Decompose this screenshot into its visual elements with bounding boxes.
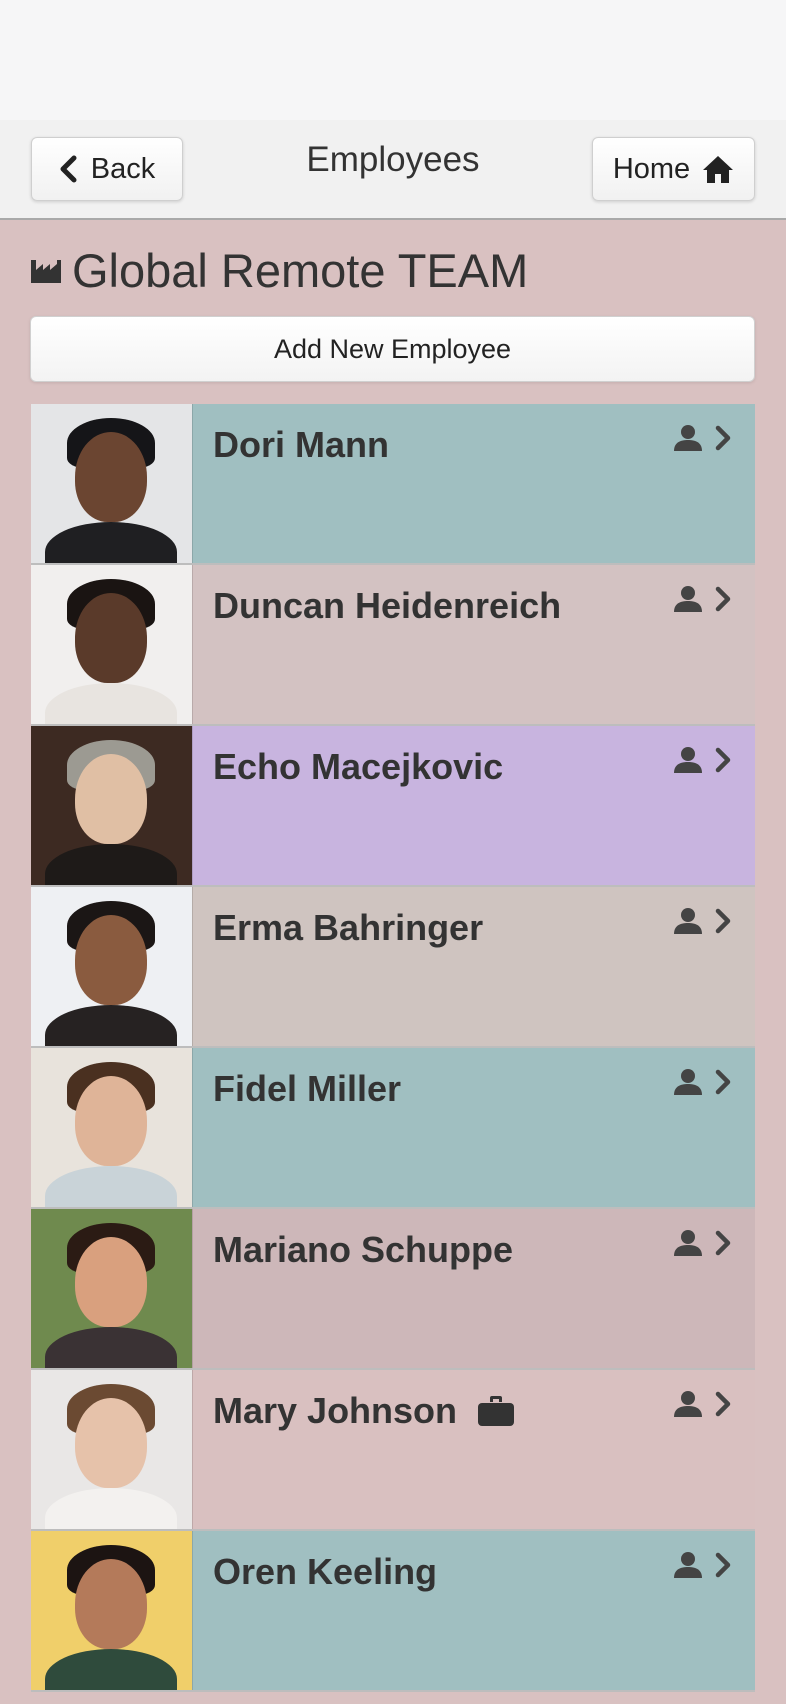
employee-name-row: Fidel Miller xyxy=(213,1068,401,1110)
employee-name-row: Mariano Schuppe xyxy=(213,1229,513,1271)
employee-photo xyxy=(31,404,192,563)
add-new-employee-button[interactable]: Add New Employee xyxy=(30,316,755,382)
person-icon xyxy=(674,1230,702,1256)
employee-name: Dori Mann xyxy=(213,424,389,465)
home-icon xyxy=(703,156,734,183)
employee-name: Duncan Heidenreich xyxy=(213,585,562,626)
employee-photo xyxy=(31,1048,192,1207)
chevron-right-icon xyxy=(715,586,731,612)
header-bar: Back Employees Home xyxy=(0,120,786,220)
employee-card[interactable]: Fidel Miller xyxy=(192,1048,755,1207)
row-actions xyxy=(673,1551,731,1579)
employee-name: Fidel Miller xyxy=(213,1068,402,1109)
person-icon xyxy=(674,908,702,934)
person-icon xyxy=(674,747,702,773)
employee-photo xyxy=(31,1209,192,1368)
employee-row[interactable]: Fidel Miller xyxy=(31,1048,755,1209)
employee-name-row: Dori Mann xyxy=(213,424,389,466)
employee-photo xyxy=(31,726,192,885)
employee-name-row: Mary Johnson xyxy=(213,1390,515,1432)
factory-icon xyxy=(31,260,61,283)
employee-row[interactable]: Oren Keeling xyxy=(31,1531,755,1692)
employee-name-row: Echo Macejkovic xyxy=(213,746,503,788)
employee-card[interactable]: Mary Johnson xyxy=(192,1370,755,1529)
row-actions xyxy=(673,1229,731,1257)
row-actions xyxy=(673,1068,731,1096)
person-icon xyxy=(674,1552,702,1578)
row-actions xyxy=(673,746,731,774)
home-button[interactable]: Home xyxy=(592,137,755,201)
employee-card[interactable]: Mariano Schuppe xyxy=(192,1209,755,1368)
chevron-right-icon xyxy=(715,747,731,773)
employee-photo xyxy=(31,887,192,1046)
home-button-label: Home xyxy=(612,152,691,185)
chevron-right-icon xyxy=(715,908,731,934)
employee-list: Dori Mann Duncan Heidenreich Echo Macejk… xyxy=(31,404,755,1692)
employee-row[interactable]: Mariano Schuppe xyxy=(31,1209,755,1370)
team-heading: Global Remote TEAM xyxy=(30,240,528,300)
row-actions xyxy=(673,424,731,452)
chevron-right-icon xyxy=(715,425,731,451)
employee-row[interactable]: Duncan Heidenreich xyxy=(31,565,755,726)
employee-row[interactable]: Dori Mann xyxy=(31,404,755,565)
employee-name: Mary Johnson xyxy=(213,1390,458,1431)
chevron-right-icon xyxy=(715,1552,731,1578)
employee-card[interactable]: Erma Bahringer xyxy=(192,887,755,1046)
employee-photo xyxy=(31,1531,192,1690)
chevron-right-icon xyxy=(715,1391,731,1417)
employee-card[interactable]: Echo Macejkovic xyxy=(192,726,755,885)
chevron-right-icon xyxy=(715,1230,731,1256)
employee-name: Oren Keeling xyxy=(213,1551,438,1592)
person-icon xyxy=(674,586,702,612)
row-actions xyxy=(673,1390,731,1418)
employee-name-row: Erma Bahringer xyxy=(213,907,483,949)
row-actions xyxy=(673,585,731,613)
person-icon xyxy=(674,1069,702,1095)
employee-row[interactable]: Mary Johnson xyxy=(31,1370,755,1531)
employee-name: Mariano Schuppe xyxy=(213,1229,514,1270)
status-bar-area xyxy=(0,0,786,120)
briefcase-icon xyxy=(478,1396,515,1426)
employee-card[interactable]: Oren Keeling xyxy=(192,1531,755,1690)
employee-name-row: Duncan Heidenreich xyxy=(213,585,561,627)
employee-card[interactable]: Dori Mann xyxy=(192,404,755,563)
employee-photo xyxy=(31,1370,192,1529)
person-icon xyxy=(674,425,702,451)
person-icon xyxy=(674,1391,702,1417)
employee-card[interactable]: Duncan Heidenreich xyxy=(192,565,755,724)
employee-photo xyxy=(31,565,192,724)
employee-name-row: Oren Keeling xyxy=(213,1551,437,1593)
employee-row[interactable]: Echo Macejkovic xyxy=(31,726,755,887)
employee-name: Echo Macejkovic xyxy=(213,746,504,787)
employee-name: Erma Bahringer xyxy=(213,907,484,948)
add-new-employee-label: Add New Employee xyxy=(273,333,512,364)
row-actions xyxy=(673,907,731,935)
employee-row[interactable]: Erma Bahringer xyxy=(31,887,755,1048)
team-title: Global Remote TEAM xyxy=(72,243,529,297)
chevron-right-icon xyxy=(715,1069,731,1095)
